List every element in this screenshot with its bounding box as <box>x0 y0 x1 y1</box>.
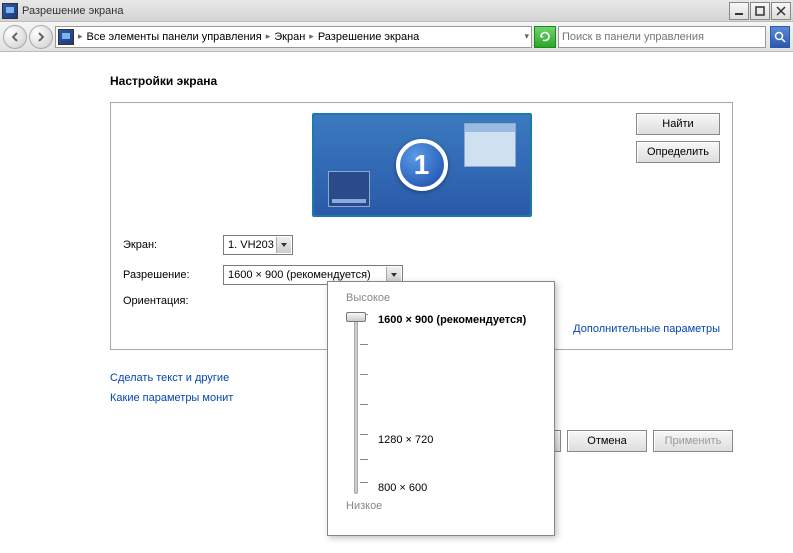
resolution-option[interactable]: 1280 × 720 <box>378 434 433 446</box>
cancel-button[interactable]: Отмена <box>567 430 647 452</box>
detect-button[interactable]: Найти <box>636 113 720 135</box>
chevron-right-icon: ▸ <box>78 31 83 42</box>
monitor-params-link[interactable]: Какие параметры монит <box>110 392 233 404</box>
orientation-label: Ориентация: <box>123 295 223 307</box>
advanced-settings-link[interactable]: Дополнительные параметры <box>573 323 720 335</box>
monitor-number-badge: 1 <box>396 139 448 191</box>
text-size-link[interactable]: Сделать текст и другие <box>110 372 229 384</box>
resolution-label: Разрешение: <box>123 269 223 281</box>
page-heading: Настройки экрана <box>110 74 733 88</box>
title-bar: Разрешение экрана <box>0 0 793 22</box>
apply-button[interactable]: Применить <box>653 430 733 452</box>
chevron-down-icon <box>276 237 291 253</box>
resolution-option[interactable]: 800 × 600 <box>378 482 427 494</box>
monitor-preview[interactable]: 1 <box>312 113 532 217</box>
resolution-value: 1600 × 900 (рекомендуется) <box>228 269 371 281</box>
search-input[interactable] <box>562 31 762 43</box>
nav-toolbar: ▸ Все элементы панели управления ▸ Экран… <box>0 22 793 52</box>
breadcrumb[interactable]: ▸ Все элементы панели управления ▸ Экран… <box>55 26 532 48</box>
preview-window-icon <box>328 171 370 207</box>
search-box[interactable] <box>558 26 766 48</box>
forward-button[interactable] <box>29 25 53 49</box>
breadcrumb-item[interactable]: Разрешение экрана <box>318 31 419 43</box>
resolution-slider[interactable] <box>346 314 366 494</box>
maximize-button[interactable] <box>750 2 770 20</box>
slider-low-label: Низкое <box>346 500 542 512</box>
chevron-right-icon: ▸ <box>266 31 271 42</box>
refresh-button[interactable] <box>534 26 556 48</box>
chevron-down-icon[interactable]: ▾ <box>524 31 529 42</box>
slider-high-label: Высокое <box>346 292 542 304</box>
chevron-right-icon: ▸ <box>309 31 314 42</box>
minimize-button[interactable] <box>729 2 749 20</box>
slider-thumb[interactable] <box>346 312 366 322</box>
search-button[interactable] <box>770 26 790 48</box>
back-button[interactable] <box>3 25 27 49</box>
display-select[interactable]: 1. VH203 <box>223 235 293 255</box>
breadcrumb-item[interactable]: Все элементы панели управления <box>87 31 262 43</box>
control-panel-icon <box>58 29 74 45</box>
resolution-popup: Высокое 1600 × 900 (рекомендуется) 1280 ×… <box>327 281 555 536</box>
preview-window-icon <box>464 123 516 167</box>
display-label: Экран: <box>123 239 223 251</box>
breadcrumb-item[interactable]: Экран <box>274 31 305 43</box>
close-button[interactable] <box>771 2 791 20</box>
app-icon <box>2 3 18 19</box>
resolution-option[interactable]: 1600 × 900 (рекомендуется) <box>378 314 526 326</box>
window-title: Разрешение экрана <box>22 5 123 17</box>
display-value: 1. VH203 <box>228 239 274 251</box>
slider-labels: 1600 × 900 (рекомендуется) 1280 × 720 800 … <box>378 314 542 494</box>
identify-button[interactable]: Определить <box>636 141 720 163</box>
